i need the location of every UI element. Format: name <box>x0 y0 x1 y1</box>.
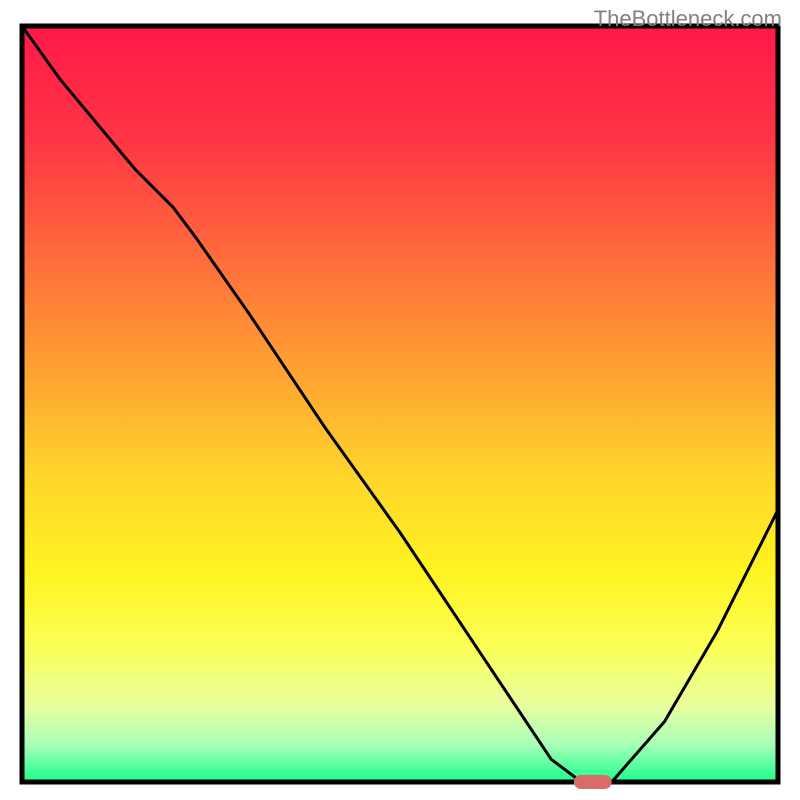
bottleneck-chart <box>0 0 800 800</box>
watermark-text: TheBottleneck.com <box>594 6 782 32</box>
chart-container: TheBottleneck.com <box>0 0 800 800</box>
gradient-background <box>22 26 778 782</box>
minimum-marker <box>574 775 612 789</box>
